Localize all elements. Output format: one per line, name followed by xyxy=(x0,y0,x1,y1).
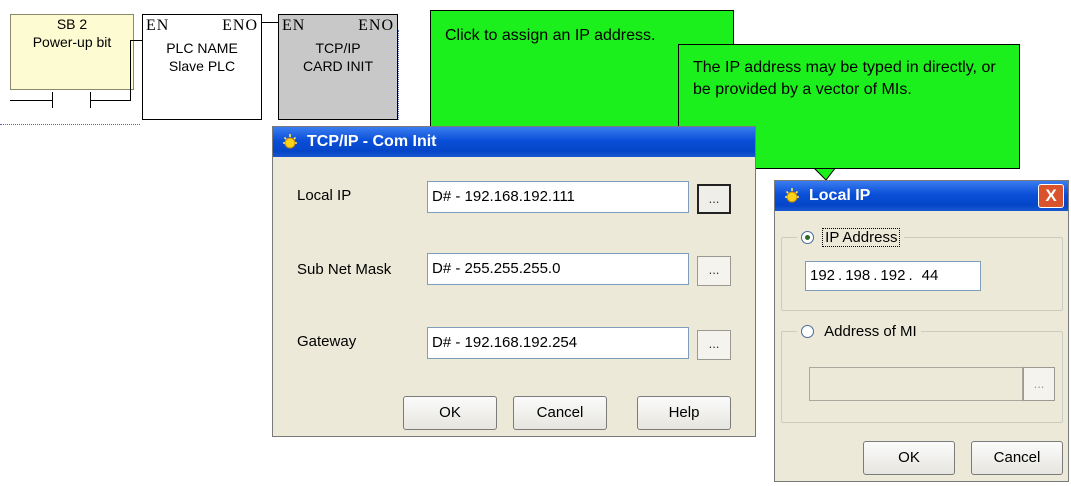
ip-address-option[interactable]: IP Address xyxy=(797,228,905,248)
ip-octet-4[interactable]: 44 xyxy=(916,267,939,284)
close-button[interactable]: X xyxy=(1038,184,1064,208)
gateway-field[interactable]: D# - 192.168.192.254 xyxy=(427,327,689,359)
local-ip-dialog: Local IP X IP Address 192. 198. 192. 44 Add… xyxy=(774,180,1069,482)
address-of-mi-option[interactable]: Address of MI xyxy=(797,322,921,342)
ok-button[interactable]: OK xyxy=(403,396,497,430)
help-button[interactable]: Help xyxy=(637,396,731,430)
ip-address-radio[interactable] xyxy=(801,231,814,244)
subnet-mask-field[interactable]: D# - 255.255.255.0 xyxy=(427,253,689,285)
local-ip-label: Local IP xyxy=(297,187,352,204)
subnet-mask-browse-button[interactable]: ... xyxy=(697,256,731,286)
ip-address-option-label: IP Address xyxy=(822,228,901,247)
gateway-browse-button[interactable]: ... xyxy=(697,330,731,360)
local-ip-browse-button[interactable]: ... xyxy=(697,184,731,214)
ip-address-field[interactable]: 192. 198. 192. 44 xyxy=(805,261,981,291)
sun-icon xyxy=(283,134,297,149)
dialog-title: Local IP xyxy=(809,187,871,204)
callout-typed-text: The IP address may be typed in directly,… xyxy=(693,59,996,98)
ok-button[interactable]: OK xyxy=(863,441,955,475)
cancel-button[interactable]: Cancel xyxy=(971,441,1063,475)
local-ip-field[interactable]: D# - 192.168.192.111 xyxy=(427,181,689,213)
subnet-mask-label: Sub Net Mask xyxy=(297,261,392,278)
tcpip-com-init-dialog: TCP/IP - Com Init Local IP D# - 192.168.… xyxy=(272,126,756,437)
cancel-button[interactable]: Cancel xyxy=(513,396,607,430)
close-icon: X xyxy=(1045,186,1057,205)
address-of-mi-radio[interactable] xyxy=(801,325,814,338)
dialog-titlebar[interactable]: TCP/IP - Com Init xyxy=(273,127,755,157)
ip-octet-1[interactable]: 192 xyxy=(810,267,835,284)
callout-assign-text: Click to assign an IP address. xyxy=(445,27,656,44)
mi-address-field xyxy=(809,367,1023,401)
ip-octet-2[interactable]: 198 xyxy=(845,267,870,284)
address-of-mi-label: Address of MI xyxy=(824,323,917,340)
dialog-title: TCP/IP - Com Init xyxy=(307,133,437,150)
ip-octet-3[interactable]: 192 xyxy=(880,267,905,284)
dialog-titlebar[interactable]: Local IP xyxy=(775,181,1068,211)
mi-browse-button: ... xyxy=(1023,367,1055,401)
sun-icon xyxy=(785,188,799,203)
gateway-label: Gateway xyxy=(297,333,357,350)
